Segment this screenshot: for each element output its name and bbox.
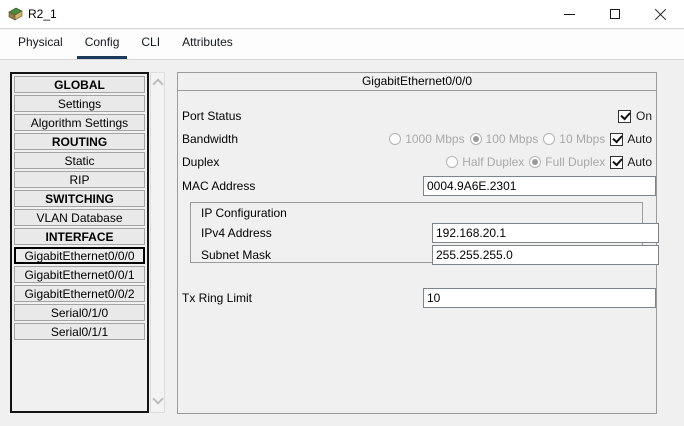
minimize-button[interactable] xyxy=(546,0,592,28)
bandwidth-100mbps-radio[interactable] xyxy=(470,133,482,145)
sidebar-item-global[interactable]: GLOBAL xyxy=(14,76,145,93)
subnet-mask-label: Subnet Mask xyxy=(201,248,271,262)
scroll-down-icon[interactable] xyxy=(154,395,162,403)
sidebar-scrollbar[interactable] xyxy=(150,72,165,413)
duplex-full-radio[interactable] xyxy=(529,156,541,168)
ip-configuration-title: IP Configuration xyxy=(201,206,642,220)
sidebar-item-static[interactable]: Static xyxy=(14,152,145,169)
sidebar-item-serial0-1-0[interactable]: Serial0/1/0 xyxy=(14,304,145,321)
mac-address-label: MAC Address xyxy=(182,179,255,193)
minimize-icon xyxy=(564,14,575,15)
duplex-auto-checkbox[interactable] xyxy=(610,156,623,169)
sidebar-item-vlan-database[interactable]: VLAN Database xyxy=(14,209,145,226)
tx-ring-limit-input[interactable] xyxy=(423,288,656,308)
interface-config-panel: GigabitEthernet0/0/0 Port Status On Band… xyxy=(177,72,657,414)
bandwidth-1000mbps-radio[interactable] xyxy=(389,133,401,145)
duplex-label: Duplex xyxy=(182,155,219,169)
bandwidth-auto-label: Auto xyxy=(627,132,652,146)
sidebar-item-gigabitethernet0-0-0[interactable]: GigabitEthernet0/0/0 xyxy=(14,247,145,264)
close-icon xyxy=(655,8,667,20)
bandwidth-label: Bandwidth xyxy=(182,132,238,146)
subnet-mask-row: Subnet Mask xyxy=(201,245,642,265)
tx-ring-limit-row: Tx Ring Limit xyxy=(182,288,652,308)
router-device-icon xyxy=(8,7,23,22)
window-title: R2_1 xyxy=(28,7,57,21)
bandwidth-100mbps-label: 100 Mbps xyxy=(486,132,539,146)
ipv4-address-row: IPv4 Address xyxy=(201,223,642,243)
port-status-on-label: On xyxy=(636,109,652,123)
config-sidebar: GLOBAL Settings Algorithm Settings ROUTI… xyxy=(10,72,149,413)
close-button[interactable] xyxy=(638,0,684,28)
duplex-auto-label: Auto xyxy=(627,155,652,169)
sidebar-item-gigabitethernet0-0-2[interactable]: GigabitEthernet0/0/2 xyxy=(14,285,145,302)
bandwidth-10mbps-radio[interactable] xyxy=(543,133,555,145)
duplex-half-label: Half Duplex xyxy=(462,155,524,169)
tx-ring-limit-label: Tx Ring Limit xyxy=(182,291,252,305)
bandwidth-10mbps-label: 10 Mbps xyxy=(559,132,605,146)
panel-title: GigabitEthernet0/0/0 xyxy=(178,73,656,91)
sidebar-item-settings[interactable]: Settings xyxy=(14,95,145,112)
tab-config[interactable]: Config xyxy=(77,29,128,59)
maximize-button[interactable] xyxy=(592,0,638,28)
port-status-checkbox[interactable] xyxy=(618,110,631,123)
sidebar-item-routing[interactable]: ROUTING xyxy=(14,133,145,150)
port-status-label: Port Status xyxy=(182,109,241,123)
sidebar-item-algorithm-settings[interactable]: Algorithm Settings xyxy=(14,114,145,131)
port-status-row: Port Status On xyxy=(182,107,652,125)
sidebar-item-gigabitethernet0-0-1[interactable]: GigabitEthernet0/0/1 xyxy=(14,266,145,283)
tab-bar: Physical Config CLI Attributes xyxy=(0,30,684,60)
ipv4-address-input[interactable] xyxy=(432,223,659,243)
bandwidth-row: Bandwidth 1000 Mbps 100 Mbps 10 Mbps Aut… xyxy=(182,130,652,148)
mac-address-row: MAC Address xyxy=(182,176,652,196)
sidebar-item-rip[interactable]: RIP xyxy=(14,171,145,188)
ipv4-address-label: IPv4 Address xyxy=(201,226,272,240)
subnet-mask-input[interactable] xyxy=(432,245,659,265)
sidebar-item-interface[interactable]: INTERFACE xyxy=(14,228,145,245)
mac-address-input[interactable] xyxy=(423,176,656,196)
tab-cli[interactable]: CLI xyxy=(133,29,168,59)
duplex-row: Duplex Half Duplex Full Duplex Auto xyxy=(182,153,652,171)
tab-physical[interactable]: Physical xyxy=(10,29,71,59)
bandwidth-auto-checkbox[interactable] xyxy=(610,133,623,146)
ip-configuration-group: IP Configuration IPv4 Address Subnet Mas… xyxy=(190,202,643,263)
bandwidth-1000mbps-label: 1000 Mbps xyxy=(405,132,464,146)
duplex-half-radio[interactable] xyxy=(446,156,458,168)
duplex-full-label: Full Duplex xyxy=(545,155,605,169)
sidebar-item-serial0-1-1[interactable]: Serial0/1/1 xyxy=(14,323,145,340)
title-bar: R2_1 xyxy=(0,0,684,29)
scroll-up-icon[interactable] xyxy=(154,78,162,86)
window-controls xyxy=(546,0,684,28)
sidebar-item-switching[interactable]: SWITCHING xyxy=(14,190,145,207)
maximize-icon xyxy=(610,9,620,19)
tab-attributes[interactable]: Attributes xyxy=(174,29,241,59)
